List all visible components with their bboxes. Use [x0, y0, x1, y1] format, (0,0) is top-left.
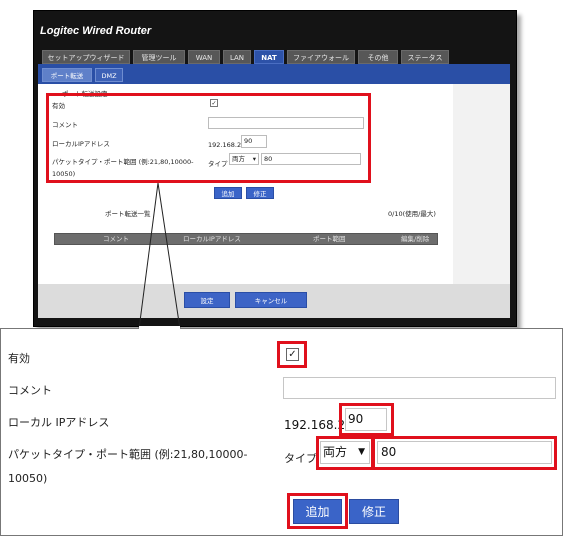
- modify-button[interactable]: 修正: [246, 187, 274, 199]
- tab-wan[interactable]: WAN: [188, 50, 220, 64]
- subtab-port-forwarding[interactable]: ポート転送: [42, 68, 92, 82]
- tab-admin-tools[interactable]: 管理ツール: [133, 50, 185, 64]
- add-button[interactable]: 追加: [214, 187, 242, 199]
- zoom-ip-octet-input[interactable]: 90: [345, 408, 387, 431]
- zoom-type-select[interactable]: 両方 ▼: [320, 441, 370, 464]
- callout-gap: [139, 326, 180, 330]
- tab-nat[interactable]: NAT: [254, 50, 284, 64]
- tab-setup-wizard[interactable]: セットアップウィザード: [42, 50, 130, 64]
- zoom-comment-label: コメント: [8, 384, 52, 397]
- save-button[interactable]: 設定: [184, 292, 230, 308]
- zoom-modify-button[interactable]: 修正: [349, 499, 399, 524]
- col-comment: コメント: [103, 235, 129, 243]
- zoom-port-label-line1: パケットタイプ・ポート範囲 (例:21,80,10000-: [8, 448, 248, 461]
- list-count: 0/10(使用/最大): [388, 210, 436, 218]
- cancel-button[interactable]: キャンセル: [235, 292, 307, 308]
- zoom-add-button[interactable]: 追加: [293, 499, 342, 524]
- zoom-port-label-line2: 10050): [8, 472, 48, 485]
- tab-lan[interactable]: LAN: [223, 50, 251, 64]
- col-port-range: ポート範囲: [313, 235, 346, 243]
- col-local-ip: ローカルIPアドレス: [183, 235, 241, 243]
- tab-other[interactable]: その他: [358, 50, 398, 64]
- list-table-header: コメント ローカルIPアドレス ポート範囲 編集/削除: [54, 233, 438, 245]
- tab-status[interactable]: ステータス: [401, 50, 449, 64]
- zoom-port-input[interactable]: 80: [377, 441, 552, 464]
- list-title: ポート転送一覧: [105, 210, 151, 218]
- col-edit-delete: 編集/削除: [401, 235, 430, 243]
- chevron-down-icon: ▼: [358, 447, 365, 457]
- zoom-local-ip-label: ローカル IPアドレス: [8, 416, 110, 429]
- tab-firewall[interactable]: ファイアウォール: [287, 50, 355, 64]
- zoom-type-label: タイプ: [284, 452, 317, 465]
- zoom-enable-checkbox[interactable]: ✓: [286, 348, 299, 361]
- zoom-type-select-value: 両方: [323, 445, 348, 459]
- highlight-frame-small: [46, 93, 371, 183]
- zoom-comment-input[interactable]: [283, 377, 556, 399]
- subtab-dmz[interactable]: DMZ: [95, 68, 123, 82]
- zoom-enable-label: 有効: [8, 352, 30, 365]
- panel-side: [453, 84, 510, 284]
- router-title: Logitec Wired Router: [40, 25, 152, 37]
